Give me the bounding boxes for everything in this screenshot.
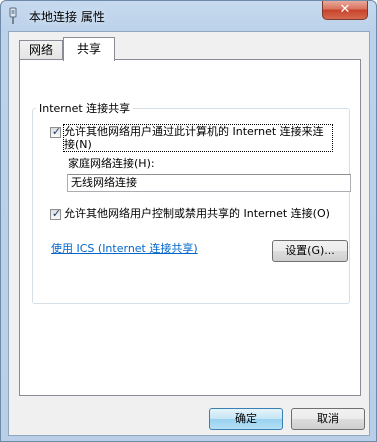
home-network-label: 家庭网络连接(H): (68, 157, 155, 170)
tab-network[interactable]: 网络 (19, 40, 63, 60)
allow-share-checkbox[interactable]: ✓ (50, 125, 62, 138)
properties-dialog: 本地连接 属性 ✕ 网络 共享 Internet 连接共享 ✓ 允许其他网络用户… (0, 0, 377, 442)
network-connection-icon (9, 7, 17, 24)
checkmark-icon: ✓ (51, 207, 62, 220)
cancel-button[interactable]: 取消 (291, 408, 365, 430)
groupbox-title: Internet 连接共享 (36, 100, 134, 116)
allow-control-checkbox[interactable]: ✓ (50, 207, 62, 220)
ok-button[interactable]: 确定 (209, 408, 283, 430)
ics-help-link[interactable]: 使用 ICS (Internet 连接共享) (51, 240, 198, 256)
checkmark-icon: ✓ (51, 125, 62, 138)
close-button[interactable]: ✕ (322, 1, 368, 20)
window-title: 本地连接 属性 (29, 10, 105, 24)
close-icon: ✕ (339, 2, 351, 17)
allow-share-label[interactable]: 允许其他网络用户通过此计算机的 Internet 连接来连接(N) (63, 124, 333, 152)
sharing-tab-panel: Internet 连接共享 ✓ 允许其他网络用户通过此计算机的 Internet… (19, 59, 361, 396)
home-network-field[interactable]: 无线网络连接 (67, 174, 351, 192)
tab-sharing[interactable]: 共享 (63, 37, 115, 61)
title-bar[interactable]: 本地连接 属性 ✕ (1, 1, 376, 31)
allow-control-label[interactable]: 允许其他网络用户控制或禁用共享的 Internet 连接(O) (64, 207, 332, 220)
dialog-client-area: 网络 共享 Internet 连接共享 ✓ 允许其他网络用户通过此计算机的 In… (8, 31, 370, 436)
settings-button[interactable]: 设置(G)... (272, 240, 348, 262)
